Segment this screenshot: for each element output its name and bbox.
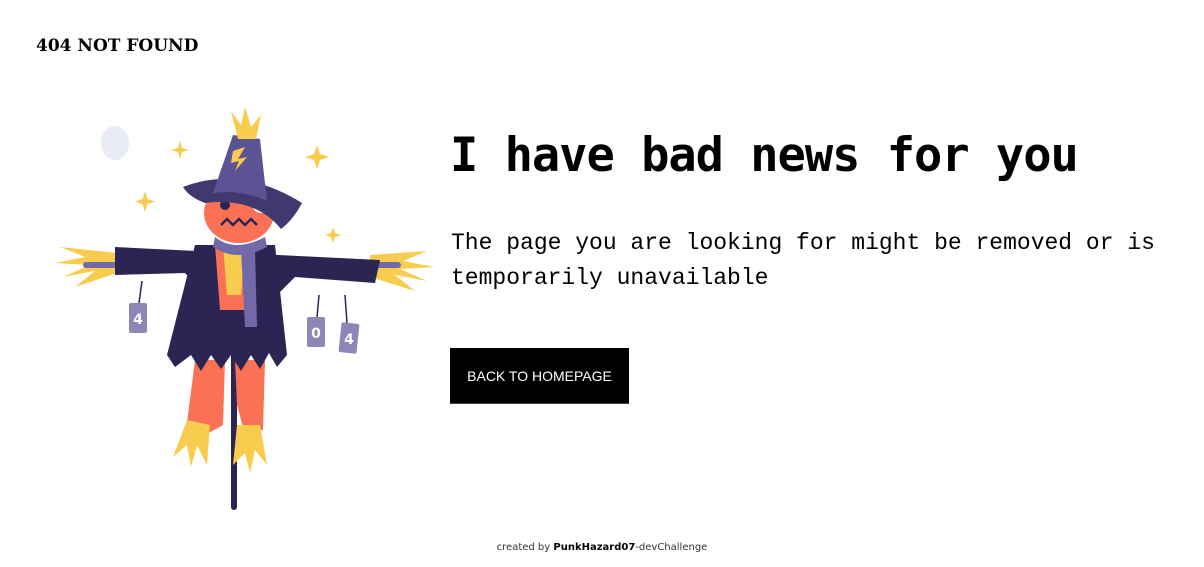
- footer-prefix: created by: [496, 542, 554, 553]
- footer-credit: created by PunkHazard07-devChallenge: [0, 542, 1204, 553]
- footer-suffix: -devChallenge: [635, 542, 708, 553]
- back-to-homepage-button[interactable]: BACK TO HOMEPAGE: [450, 348, 629, 403]
- moon-shape: [101, 126, 129, 160]
- leg-right: [235, 360, 265, 435]
- can-label-4-left: 4: [133, 312, 143, 328]
- straw-right: [370, 251, 435, 291]
- can-label-4-right: 4: [344, 332, 354, 348]
- page-headline: I have bad news for you: [450, 128, 1079, 183]
- site-brand: 404 NOT FOUND: [36, 36, 199, 56]
- scarecrow-illustration: 4 0 4: [55, 107, 435, 510]
- footer-author-link[interactable]: PunkHazard07: [553, 542, 635, 553]
- error-message: The page you are looking for might be re…: [451, 230, 1155, 291]
- can-label-0: 0: [311, 326, 321, 342]
